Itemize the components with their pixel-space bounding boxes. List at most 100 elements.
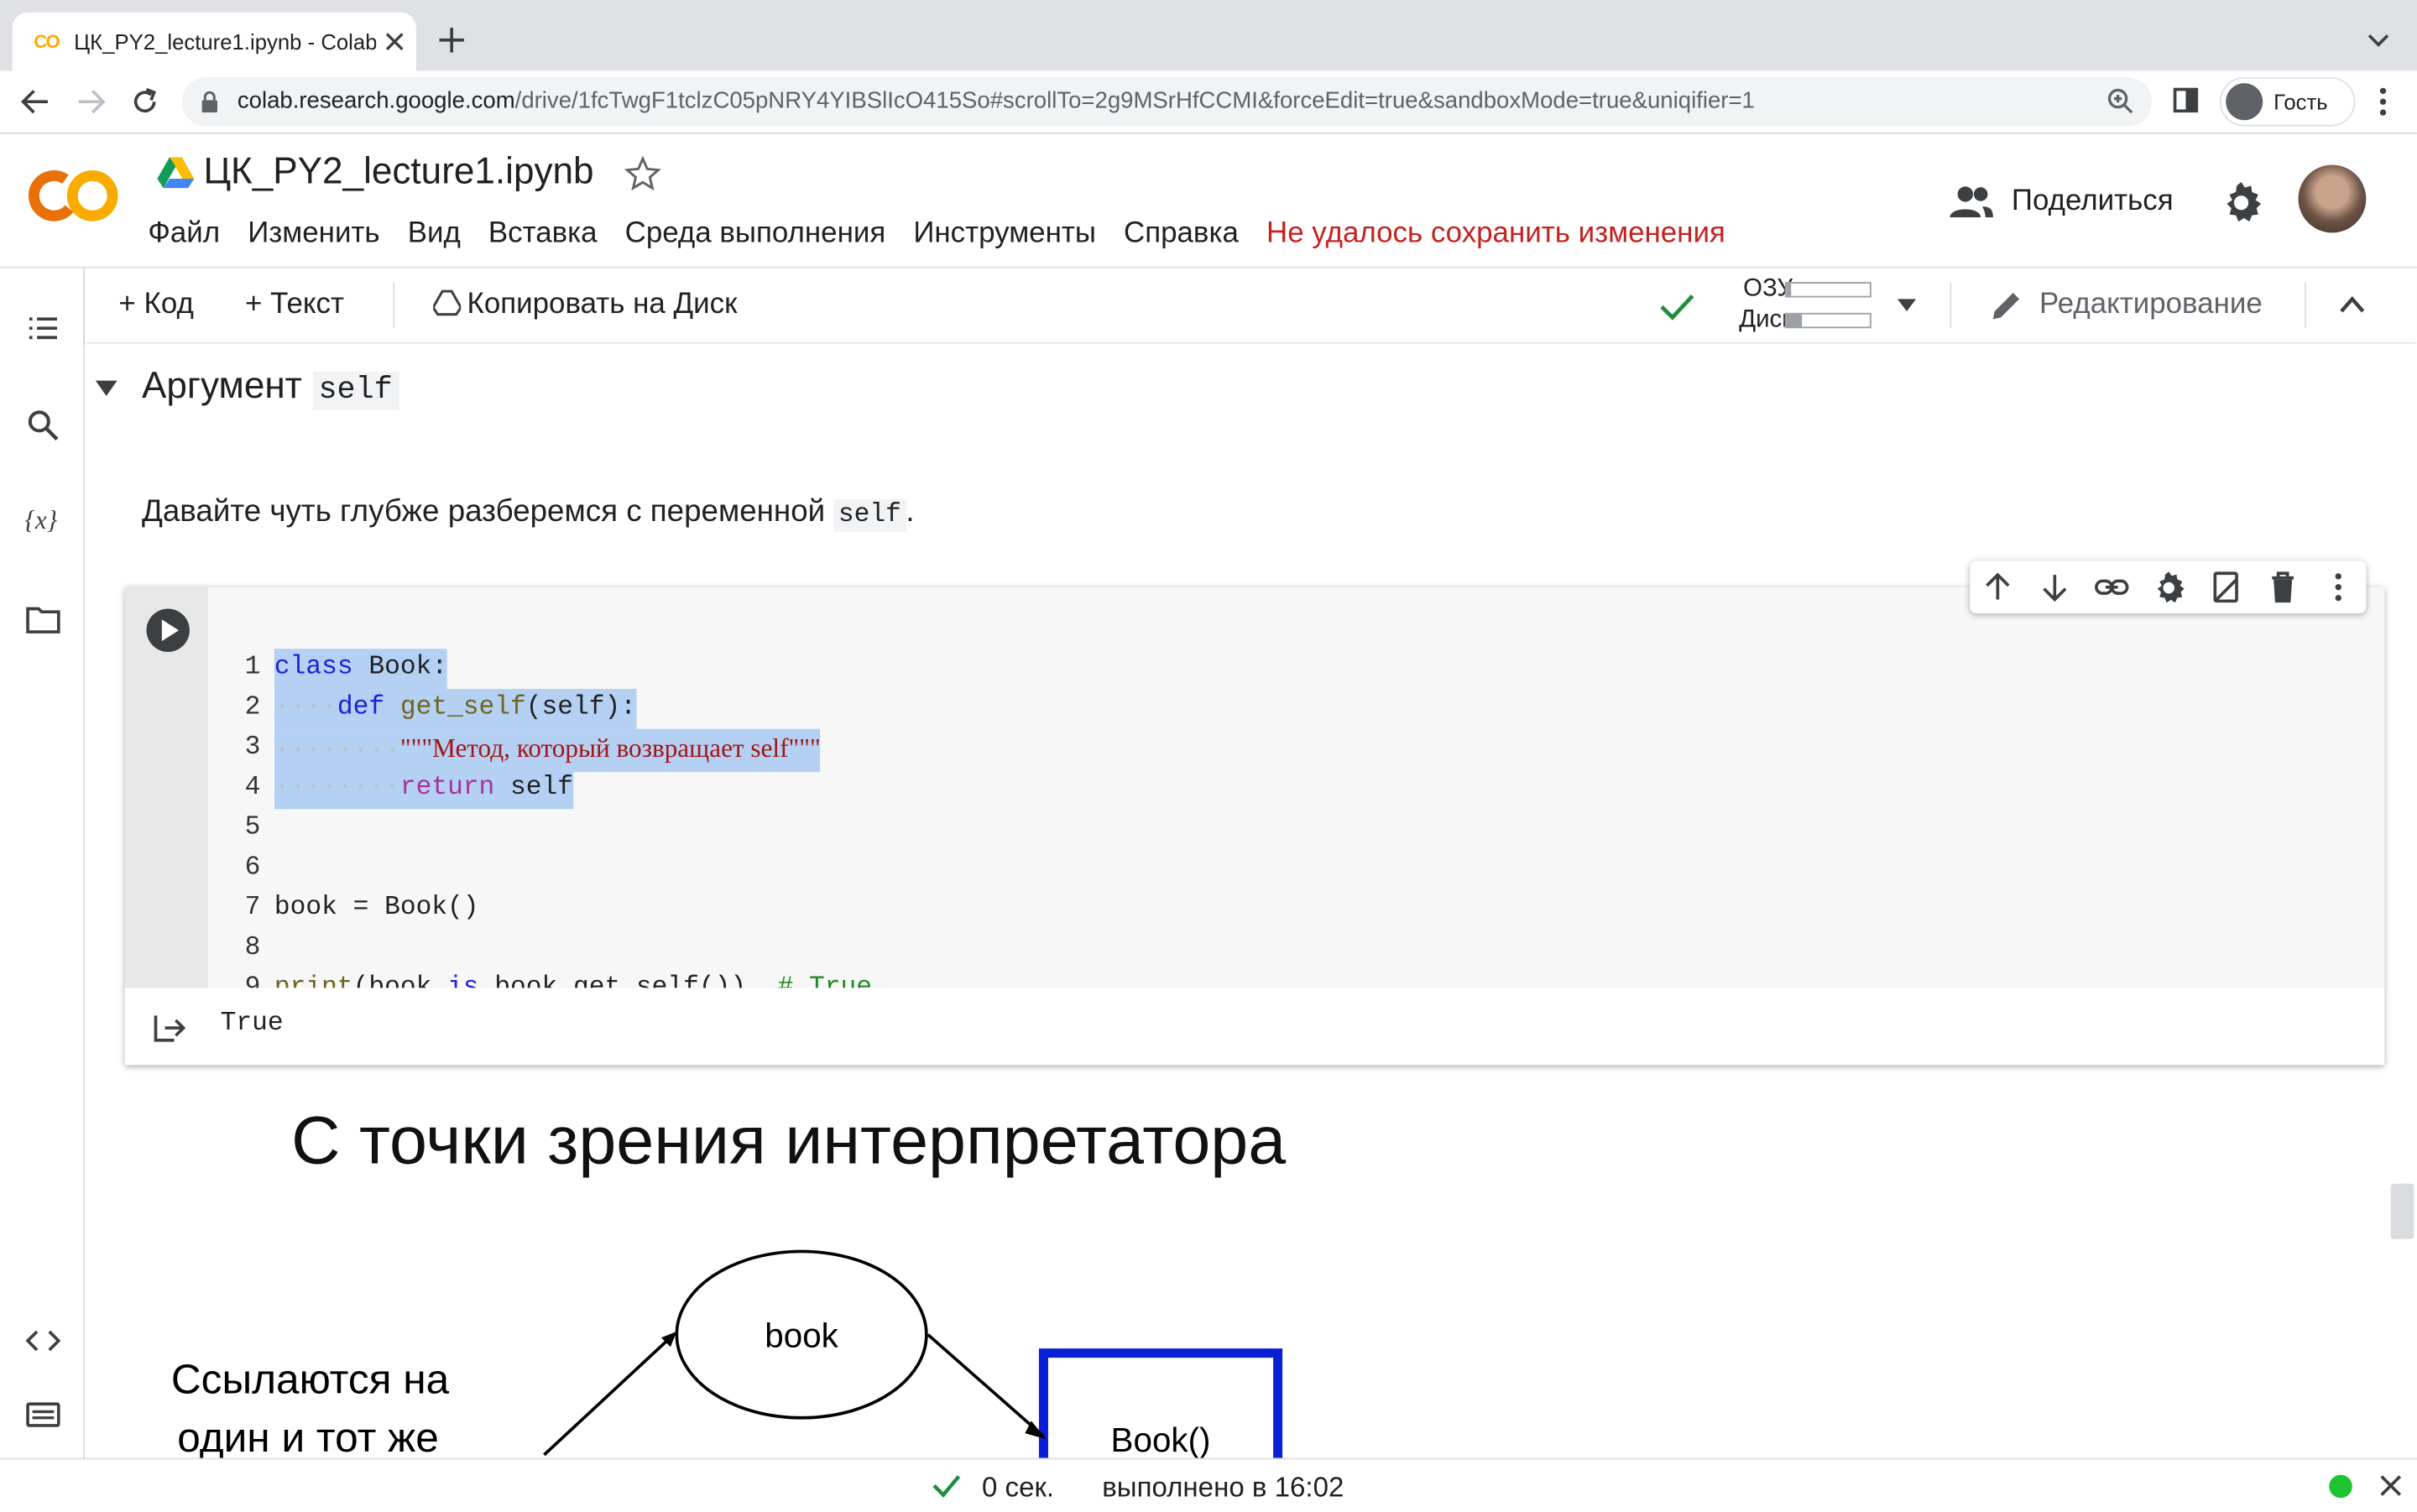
status-bar: 0 сек. выполнено в 16:02 — [0, 1457, 2417, 1512]
connected-check-icon[interactable] — [1657, 289, 1697, 323]
side-panel-icon[interactable] — [2170, 85, 2201, 116]
colab-logo-icon[interactable] — [28, 168, 120, 223]
profile-button[interactable]: Гость — [2219, 76, 2356, 127]
forward-arrow-icon[interactable] — [74, 85, 107, 118]
move-down-arrow-icon[interactable] — [2038, 571, 2071, 604]
move-up-arrow-icon[interactable] — [1981, 571, 2014, 604]
command-palette-icon[interactable] — [24, 1396, 61, 1433]
colab-favicon-icon: CO — [34, 30, 60, 53]
code-line: 9print(book is book.get_self()) # True — [208, 930, 2366, 1004]
runtime-status-dot[interactable] — [2329, 1474, 2352, 1499]
browser-tab[interactable]: CO ЦК_PY2_lecture1.ipynb - Colab — [12, 12, 416, 71]
settings-gear-icon[interactable] — [2220, 180, 2263, 223]
cell-output: True — [124, 988, 2385, 1066]
scrollbar-thumb[interactable] — [2390, 1183, 2414, 1239]
diagram-book-label: book — [765, 1316, 838, 1354]
link-icon[interactable] — [2095, 571, 2129, 604]
menu-runtime[interactable]: Среда выполнения — [625, 217, 886, 251]
folder-icon[interactable] — [24, 601, 61, 638]
resources-labels[interactable]: ОЗУ Диск — [1704, 276, 1793, 337]
reload-icon[interactable] — [128, 85, 161, 118]
url-text: colab.research.google.com/drive/1fcTwgF1… — [238, 88, 1755, 114]
menu-tools[interactable]: Инструменты — [913, 217, 1096, 251]
variables-icon[interactable]: {x} — [24, 503, 61, 540]
menu-edit[interactable]: Изменить — [248, 217, 379, 251]
collapse-section-icon[interactable] — [94, 378, 118, 399]
drive-copy-icon — [433, 289, 462, 316]
paragraph-text: Давайте чуть глубже разберемся с перемен… — [141, 494, 826, 529]
browser-menu-icon[interactable] — [2367, 85, 2399, 118]
toolbar-divider — [393, 282, 395, 329]
more-options-icon[interactable] — [2321, 571, 2355, 604]
menu-file[interactable]: Файл — [148, 217, 220, 251]
menu-help[interactable]: Справка — [1124, 217, 1239, 251]
search-icon[interactable] — [24, 407, 61, 444]
back-arrow-icon[interactable] — [18, 85, 52, 118]
notebook-title[interactable]: ЦК_PY2_lecture1.ipynb — [203, 151, 593, 194]
url-host: colab.research.google.com — [237, 87, 515, 114]
address-bar[interactable]: colab.research.google.com/drive/1fcTwgF1… — [181, 76, 2153, 127]
ram-usage-bar — [1784, 282, 1871, 298]
execution-completed-time[interactable]: выполнено в 16:02 — [1102, 1472, 1344, 1504]
copy-to-drive-label: Копировать на Диск — [467, 288, 738, 321]
chevron-up-icon[interactable] — [2336, 289, 2369, 321]
section-heading: Аргумент self — [142, 365, 399, 410]
code-cell[interactable]: 1 class Book: 2 ····def get_self(self): 3 ·… — [124, 587, 2385, 1066]
cell-gutter — [124, 587, 208, 988]
caret-down-icon[interactable] — [1894, 296, 1918, 315]
disk-usage-bar — [1784, 312, 1871, 329]
copy-to-drive-button[interactable]: Копировать на Диск — [433, 288, 737, 321]
section-heading-code: self — [312, 371, 399, 410]
menu-insert[interactable]: Вставка — [488, 217, 598, 251]
table-of-contents-icon[interactable] — [24, 311, 61, 348]
code-editor[interactable]: 1 class Book: 2 ····def get_self(self): 3 ·… — [207, 587, 2385, 1004]
ram-label: ОЗУ — [1743, 275, 1793, 302]
delete-trash-icon[interactable] — [2266, 571, 2300, 604]
code-line: 4 ········return self — [208, 729, 2366, 810]
tab-title: ЦК_PY2_lecture1.ipynb - Colab — [74, 29, 377, 55]
code-snippets-icon[interactable] — [24, 1322, 61, 1359]
lock-icon[interactable] — [201, 91, 219, 113]
code-line: 8 — [208, 889, 2366, 963]
reference-diagram: book Book() Ссылаются на один и тот же — [171, 1249, 1283, 1458]
run-cell-button[interactable] — [146, 608, 190, 652]
paragraph-end: . — [906, 494, 915, 529]
browser-tabstrip: CO ЦК_PY2_lecture1.ipynb - Colab — [0, 0, 2417, 71]
diagram-book-instance-label: Book() — [1111, 1421, 1211, 1457]
code-line: 2 ····def get_self(self): — [208, 649, 2366, 729]
chevron-down-icon[interactable] — [2364, 26, 2392, 54]
toolbar-divider — [1950, 282, 1952, 329]
cell-settings-gear-icon[interactable] — [2152, 571, 2185, 604]
star-icon[interactable] — [624, 155, 661, 193]
google-drive-icon[interactable] — [157, 156, 195, 190]
diagram-side-text-1: Ссылаются на — [171, 1355, 450, 1402]
add-text-button[interactable]: + Текст — [245, 288, 344, 321]
slide-title: С точки зрения интерпретатора — [291, 1103, 1287, 1180]
disk-usage-fill — [1786, 314, 1802, 327]
execution-duration: 0 сек. — [981, 1472, 1055, 1503]
save-warning[interactable]: Не удалось сохранить изменения — [1266, 217, 1725, 251]
code-line: 6 — [208, 809, 2366, 884]
diagram-arrow — [543, 1333, 675, 1457]
code-line: 1 class Book: — [208, 608, 2366, 690]
play-icon — [161, 619, 180, 642]
share-label: Поделиться — [2011, 185, 2174, 217]
close-icon[interactable] — [2378, 1473, 2403, 1498]
svg-text:{x}: {x} — [24, 505, 57, 534]
add-code-button[interactable]: + Код — [118, 288, 193, 321]
user-avatar[interactable] — [2298, 164, 2367, 233]
zoom-icon[interactable] — [2106, 86, 2137, 117]
output-text: True — [220, 1009, 284, 1039]
new-tab-icon[interactable] — [435, 23, 468, 57]
close-tab-icon[interactable] — [379, 26, 410, 57]
menu-bar: Файл Изменить Вид Вставка Среда выполнения Ин… — [148, 217, 1753, 251]
diagram-arrow — [927, 1333, 1045, 1438]
browser-toolbar: colab.research.google.com/drive/1fcTwgF1… — [0, 70, 2417, 134]
editing-mode-label: Редактирование — [2039, 288, 2263, 321]
left-sidebar: {x} — [0, 268, 86, 1458]
menu-view[interactable]: Вид — [408, 217, 461, 251]
text-cell: Давайте чуть глубже разберемся с перемен… — [141, 494, 915, 532]
output-icon[interactable] — [153, 1013, 186, 1044]
toolbar-divider — [2304, 282, 2306, 329]
mirror-cell-icon[interactable] — [2209, 571, 2242, 604]
